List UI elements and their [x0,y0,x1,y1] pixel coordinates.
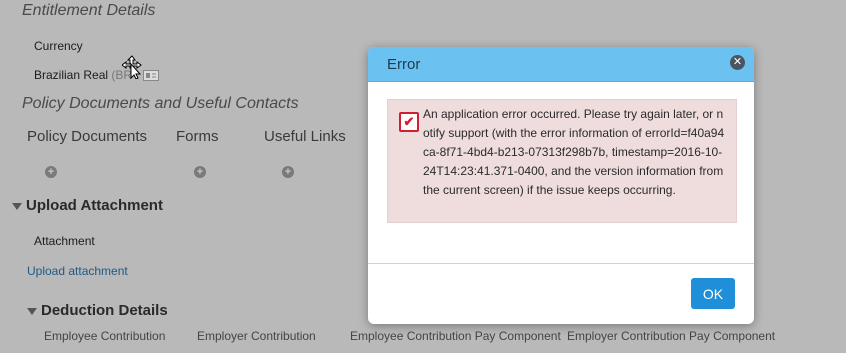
deduction-expand-caret-icon[interactable] [27,308,37,315]
upload-attachment-link[interactable]: Upload attachment [27,264,128,278]
error-checkbox-icon: ✔ [399,112,419,132]
close-icon[interactable]: ✕ [730,55,745,70]
deduction-section-title: Deduction Details [41,302,168,319]
policy-section-title: Policy Documents and Useful Contacts [22,95,299,112]
error-dialog: Error ✕ ✔ An application error occurred.… [368,47,754,324]
add-useful-link-icon[interactable]: + [282,166,294,178]
deduction-col-employer-contribution: Employer Contribution [197,329,316,343]
move-cursor-icon [122,55,142,79]
dialog-divider [368,263,754,264]
upload-section-title: Upload Attachment [26,197,163,214]
currency-value: Brazilian Real (BR [34,68,132,82]
dialog-header: Error ✕ [368,47,754,82]
add-form-icon[interactable]: + [194,166,206,178]
id-card-icon [143,70,159,81]
error-message-text: An application error occurred. Please tr… [423,107,725,197]
deduction-col-employee-pay-component: Employee Contribution Pay Component [350,329,561,343]
entitlement-section-title: Entitlement Details [22,2,156,19]
column-policy-documents: Policy Documents [27,128,148,145]
deduction-col-employer-pay-component: Employer Contribution Pay Component [567,329,776,343]
dialog-title: Error [387,56,421,73]
column-forms: Forms [176,128,219,145]
currency-label: Currency [34,39,83,53]
column-useful-links: Useful Links [264,128,346,145]
upload-expand-caret-icon[interactable] [12,203,22,210]
attachment-label: Attachment [34,234,95,248]
currency-name: Brazilian Real [34,68,109,82]
ok-button[interactable]: OK [691,278,735,309]
deduction-col-employee-contribution: Employee Contribution [44,329,166,343]
error-message-box: ✔ An application error occurred. Please … [387,99,737,223]
add-policy-document-icon[interactable]: + [45,166,57,178]
